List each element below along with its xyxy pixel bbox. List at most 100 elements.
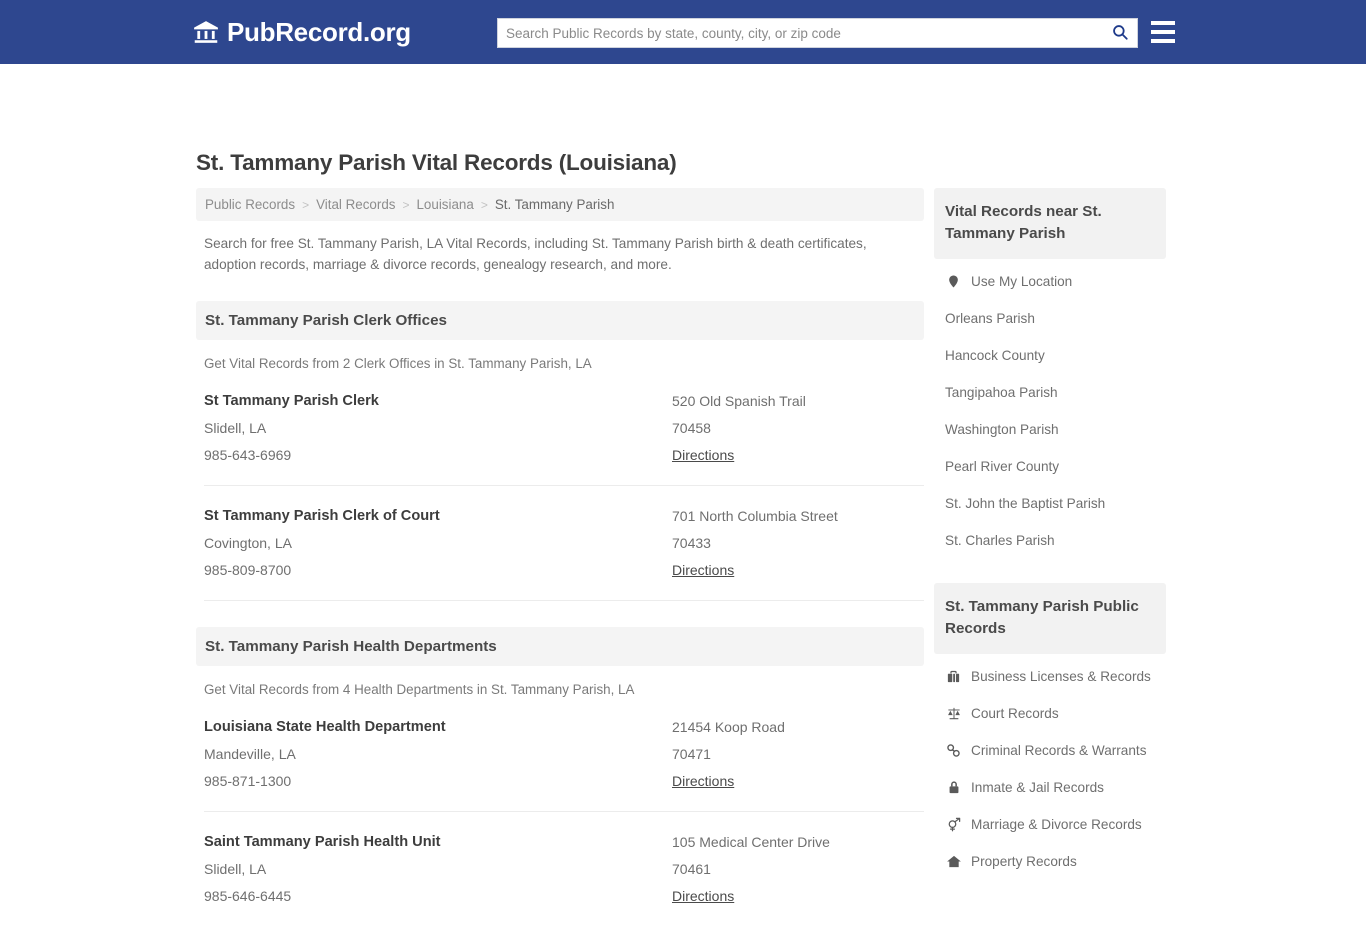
breadcrumb-item-2[interactable]: Louisiana	[416, 197, 473, 212]
sidebar-nearby-heading: Vital Records near St. Tammany Parish	[934, 188, 1166, 259]
breadcrumb-item-0[interactable]: Public Records	[205, 197, 295, 212]
listing-city: Slidell, LA	[204, 861, 267, 877]
site-logo[interactable]: PubRecord.org	[193, 17, 411, 48]
sidebar-item-inmate-jail-records[interactable]: Inmate & Jail Records	[934, 769, 1166, 806]
sidebar-item-court-records[interactable]: Court Records	[934, 695, 1166, 732]
search-bar	[497, 18, 1138, 48]
sidebar-item-washington-parish[interactable]: Washington Parish	[934, 411, 1166, 448]
sidebar-item-label: Washington Parish	[945, 422, 1059, 437]
search-input[interactable]	[498, 20, 1103, 46]
sidebar-nearby-list: Use My Location Orleans Parish Hancock C…	[934, 263, 1166, 559]
sidebar-item-label: Tangipahoa Parish	[945, 385, 1058, 400]
listing-right-column: 21454 Koop Road 70471 Directions	[672, 719, 924, 791]
sidebar: Vital Records near St. Tammany Parish Us…	[934, 188, 1166, 880]
main-content: Public Records > Vital Records > Louisia…	[196, 188, 924, 926]
sidebar-item-label: Property Records	[971, 854, 1077, 869]
listing-address: 105 Medical Center Drive	[672, 834, 830, 850]
search-icon	[1111, 23, 1129, 44]
directions-link[interactable]: Directions	[672, 562, 734, 578]
listing-address: 701 North Columbia Street	[672, 508, 838, 524]
gender-symbols-icon	[945, 817, 962, 832]
hamburger-menu-icon[interactable]	[1151, 21, 1175, 43]
listing-name: St Tammany Parish Clerk	[204, 393, 379, 409]
handcuffs-icon	[945, 743, 962, 758]
page-intro-text: Search for free St. Tammany Parish, LA V…	[204, 236, 867, 272]
listing-city: Mandeville, LA	[204, 746, 296, 762]
sidebar-item-tangipahoa-parish[interactable]: Tangipahoa Parish	[934, 374, 1166, 411]
listing-right-column: 520 Old Spanish Trail 70458 Directions	[672, 393, 924, 465]
sidebar-item-label: Business Licenses & Records	[971, 669, 1151, 684]
directions-link[interactable]: Directions	[672, 888, 734, 904]
sidebar-item-label: Orleans Parish	[945, 311, 1035, 326]
listing-row: Louisiana State Health Department Mandev…	[204, 697, 924, 812]
breadcrumb-separator: >	[480, 197, 488, 212]
breadcrumb-separator: >	[302, 197, 310, 212]
map-pin-icon	[945, 274, 962, 289]
breadcrumb-separator: >	[402, 197, 410, 212]
listing-row: St Tammany Parish Clerk of Court Covingt…	[204, 486, 924, 601]
sidebar-item-label: St. John the Baptist Parish	[945, 496, 1106, 511]
lock-icon	[945, 780, 962, 795]
breadcrumb-item-1[interactable]: Vital Records	[316, 197, 395, 212]
listing-left-column: St Tammany Parish Clerk Slidell, LA 985-…	[204, 393, 672, 465]
section-subtitle-clerk-offices: Get Vital Records from 2 Clerk Offices i…	[204, 356, 592, 371]
sidebar-public-records-list: Business Licenses & Records Court Record…	[934, 658, 1166, 880]
listing-zip: 70458	[672, 420, 711, 436]
sidebar-item-property-records[interactable]: Property Records	[934, 843, 1166, 880]
sidebar-item-label: St. Charles Parish	[945, 533, 1055, 548]
sidebar-item-use-my-location[interactable]: Use My Location	[934, 263, 1166, 300]
directions-link[interactable]: Directions	[672, 447, 734, 463]
section-heading-health-departments: St. Tammany Parish Health Departments	[196, 627, 924, 666]
listing-address: 520 Old Spanish Trail	[672, 393, 806, 409]
listing-right-column: 105 Medical Center Drive 70461 Direction…	[672, 834, 924, 906]
sidebar-public-records-heading: St. Tammany Parish Public Records	[934, 583, 1166, 654]
sidebar-item-label: Court Records	[971, 706, 1059, 721]
sidebar-item-pearl-river-county[interactable]: Pearl River County	[934, 448, 1166, 485]
listing-left-column: St Tammany Parish Clerk of Court Covingt…	[204, 508, 672, 580]
sidebar-item-label: Use My Location	[971, 274, 1073, 289]
sidebar-item-label: Marriage & Divorce Records	[971, 817, 1142, 832]
listing-zip: 70471	[672, 746, 711, 762]
briefcase-icon	[945, 669, 962, 684]
sidebar-item-business-licenses[interactable]: Business Licenses & Records	[934, 658, 1166, 695]
listing-address: 21454 Koop Road	[672, 719, 785, 735]
sidebar-item-label: Inmate & Jail Records	[971, 780, 1104, 795]
listing-left-column: Louisiana State Health Department Mandev…	[204, 719, 672, 791]
listing-city: Slidell, LA	[204, 420, 267, 436]
sidebar-item-label: Hancock County	[945, 348, 1045, 363]
bank-building-icon	[193, 19, 219, 45]
listing-left-column: Saint Tammany Parish Health Unit Slidell…	[204, 834, 672, 906]
listing-row: St Tammany Parish Clerk Slidell, LA 985-…	[204, 371, 924, 486]
site-header: PubRecord.org	[0, 0, 1366, 64]
sidebar-item-label: Pearl River County	[945, 459, 1060, 474]
section-heading-clerk-offices: St. Tammany Parish Clerk Offices	[196, 301, 924, 340]
house-icon	[945, 854, 962, 869]
directions-link[interactable]: Directions	[672, 773, 734, 789]
page-title: St. Tammany Parish Vital Records (Louisi…	[196, 150, 677, 175]
sidebar-item-st-john-the-baptist-parish[interactable]: St. John the Baptist Parish	[934, 485, 1166, 522]
sidebar-item-orleans-parish[interactable]: Orleans Parish	[934, 300, 1166, 337]
sidebar-item-marriage-divorce-records[interactable]: Marriage & Divorce Records	[934, 806, 1166, 843]
listing-phone: 985-646-6445	[204, 888, 292, 904]
listing-name: St Tammany Parish Clerk of Court	[204, 508, 440, 524]
sidebar-item-hancock-county[interactable]: Hancock County	[934, 337, 1166, 374]
listing-phone: 985-809-8700	[204, 562, 292, 578]
listing-zip: 70433	[672, 535, 711, 551]
breadcrumb: Public Records > Vital Records > Louisia…	[196, 188, 924, 221]
listing-right-column: 701 North Columbia Street 70433 Directio…	[672, 508, 924, 580]
listing-name: Louisiana State Health Department	[204, 719, 446, 735]
listing-zip: 70461	[672, 861, 711, 877]
breadcrumb-item-3[interactable]: St. Tammany Parish	[495, 197, 615, 212]
section-subtitle-health-departments: Get Vital Records from 4 Health Departme…	[204, 682, 635, 697]
sidebar-item-label: Criminal Records & Warrants	[971, 743, 1147, 758]
listing-city: Covington, LA	[204, 535, 292, 551]
listing-name: Saint Tammany Parish Health Unit	[204, 834, 441, 850]
brand-name: PubRecord.org	[227, 16, 411, 47]
search-button[interactable]	[1103, 20, 1137, 46]
sidebar-item-criminal-records[interactable]: Criminal Records & Warrants	[934, 732, 1166, 769]
listing-phone: 985-871-1300	[204, 773, 292, 789]
listing-row: Saint Tammany Parish Health Unit Slidell…	[204, 812, 924, 926]
sidebar-item-st-charles-parish[interactable]: St. Charles Parish	[934, 522, 1166, 559]
scales-of-justice-icon	[945, 706, 962, 721]
listing-phone: 985-643-6969	[204, 447, 292, 463]
